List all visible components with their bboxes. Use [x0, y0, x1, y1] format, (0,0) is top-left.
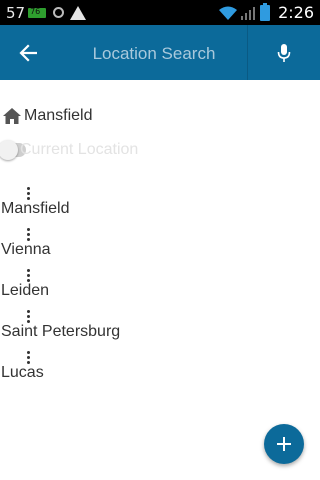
location-name: Leiden	[1, 282, 50, 299]
plus-icon	[277, 437, 291, 451]
status-left: 57 76	[6, 2, 87, 23]
current-location-label: Current Location	[20, 141, 139, 158]
warning-icon	[70, 5, 87, 20]
location-name: Lucas	[1, 364, 44, 381]
status-number: 57	[6, 3, 26, 22]
voice-search-button[interactable]	[248, 25, 320, 80]
home-location[interactable]: Mansfield	[2, 104, 92, 128]
home-icon	[3, 108, 21, 124]
sync-icon	[53, 7, 65, 18]
status-time: 2:26	[278, 3, 314, 22]
wifi-icon	[219, 6, 238, 20]
current-location-row: Current Location	[0, 139, 144, 161]
location-item[interactable]: Vienna	[0, 228, 320, 269]
notification-battery-icon: 76	[28, 6, 47, 18]
home-location-label: Mansfield	[24, 107, 93, 124]
location-item[interactable]: Mansfield	[0, 187, 320, 228]
status-right: 2:26	[218, 2, 314, 23]
back-button[interactable]	[0, 25, 56, 80]
signal-icon	[241, 6, 256, 20]
location-item[interactable]: Saint Petersburg	[0, 310, 320, 351]
status-bar: 57 76 2:26	[0, 0, 320, 25]
notification-battery-text: 76	[30, 6, 41, 16]
location-name: Vienna	[1, 241, 51, 258]
location-search-input[interactable]	[72, 39, 236, 69]
battery-icon	[260, 2, 271, 21]
location-name: Saint Petersburg	[1, 323, 121, 340]
location-name: Mansfield	[1, 200, 70, 217]
location-item[interactable]: Leiden	[0, 269, 320, 310]
location-item[interactable]: Lucas	[0, 351, 320, 392]
microphone-icon	[277, 43, 291, 62]
app-bar	[0, 25, 320, 80]
arrow-left-icon	[19, 43, 37, 62]
add-location-button[interactable]	[264, 424, 304, 464]
toggle-thumb	[0, 140, 18, 160]
